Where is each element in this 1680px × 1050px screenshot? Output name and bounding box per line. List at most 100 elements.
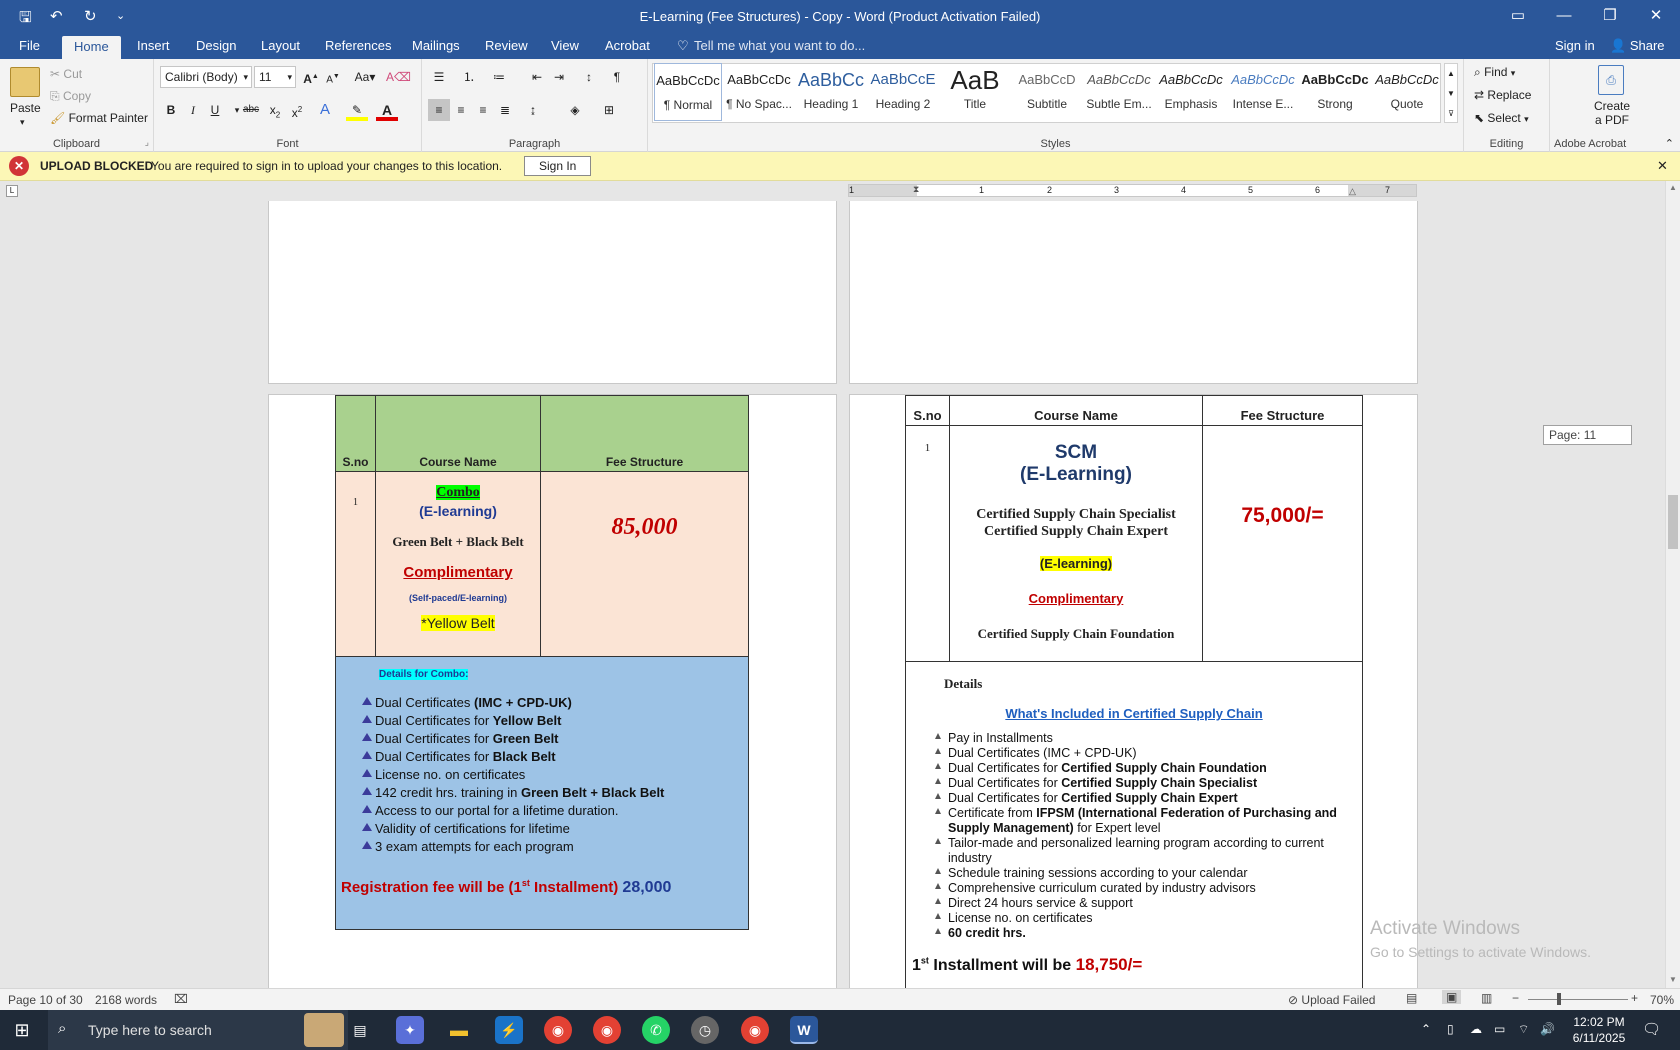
bullets-icon[interactable]: ☰ bbox=[428, 66, 450, 88]
app-icon[interactable]: ⚡ bbox=[495, 1016, 523, 1044]
task-view-icon[interactable]: ▤ bbox=[346, 1016, 374, 1044]
page-count[interactable]: Page 10 of 30 bbox=[8, 993, 83, 1007]
share-button[interactable]: 👤 Share bbox=[1610, 38, 1665, 54]
word-count[interactable]: 2168 words bbox=[95, 993, 157, 1007]
grow-font-icon[interactable]: A▲ bbox=[300, 66, 322, 88]
font-name-select[interactable]: Calibri (Body) ▾ bbox=[160, 66, 252, 88]
upload-status[interactable]: ⊘ Upload Failed bbox=[1288, 993, 1375, 1007]
style-strong[interactable]: AaBbCcDc Strong bbox=[1301, 63, 1369, 121]
numbering-icon[interactable]: ⒈ bbox=[458, 66, 480, 88]
vertical-scrollbar[interactable]: ▲ ▼ bbox=[1665, 181, 1680, 988]
tab-layout[interactable]: Layout bbox=[261, 38, 300, 53]
style-quote[interactable]: AaBbCcDc Quote bbox=[1373, 63, 1441, 121]
word-icon[interactable]: W bbox=[790, 1016, 818, 1044]
decrease-indent-icon[interactable]: ⇤ bbox=[526, 66, 548, 88]
clear-formatting-icon[interactable]: A⌫ bbox=[386, 66, 411, 88]
sign-in-link[interactable]: Sign in bbox=[1555, 38, 1595, 53]
justify-icon[interactable]: ≣ bbox=[494, 99, 516, 121]
underline-icon[interactable]: U bbox=[204, 99, 226, 121]
change-case-icon[interactable]: Aa▾ bbox=[350, 66, 380, 88]
close-message-icon[interactable]: ✕ bbox=[1657, 158, 1668, 174]
restore-icon[interactable]: ❐ bbox=[1587, 4, 1633, 28]
find-button[interactable]: ⌕ Find ▾ bbox=[1474, 65, 1515, 80]
clock-app-icon[interactable]: ◷ bbox=[691, 1016, 719, 1044]
tab-references[interactable]: References bbox=[325, 38, 391, 53]
increase-indent-icon[interactable]: ⇥ bbox=[548, 66, 570, 88]
dialog-launcher-icon[interactable]: ⌟ bbox=[145, 137, 149, 148]
select-button[interactable]: ⬉ Select ▾ bbox=[1474, 111, 1529, 125]
paste-dropdown-icon[interactable]: ▾ bbox=[20, 117, 25, 128]
font-size-select[interactable]: 11 ▾ bbox=[254, 66, 296, 88]
clock-time[interactable]: 12:02 PM bbox=[1568, 1015, 1630, 1029]
tray-app-icon[interactable]: ▯ bbox=[1447, 1022, 1454, 1036]
tab-review[interactable]: Review bbox=[485, 38, 528, 53]
notifications-icon[interactable]: 🗨 bbox=[1642, 1020, 1661, 1038]
sort-icon[interactable]: ↕ bbox=[578, 66, 600, 88]
multilevel-list-icon[interactable]: ≔ bbox=[488, 66, 510, 88]
borders-icon[interactable]: ⊞ bbox=[598, 99, 620, 121]
style-title[interactable]: AaB Title bbox=[941, 63, 1009, 121]
tab-file[interactable]: File bbox=[19, 38, 40, 53]
tell-me-input[interactable]: Tell me what you want to do... bbox=[694, 38, 865, 53]
sign-in-button[interactable]: Sign In bbox=[524, 156, 592, 176]
cloud-icon[interactable]: ☁ bbox=[1470, 1022, 1482, 1036]
tab-acrobat[interactable]: Acrobat bbox=[605, 38, 650, 53]
shading-icon[interactable]: ◈ bbox=[564, 99, 586, 121]
zoom-in-icon[interactable]: + bbox=[1631, 991, 1638, 1005]
style-heading-1[interactable]: AaBbCc Heading 1 bbox=[797, 63, 865, 121]
tab-insert[interactable]: Insert bbox=[137, 38, 170, 53]
paste-button[interactable]: Paste bbox=[10, 101, 41, 115]
create-pdf-button[interactable]: Create a PDF bbox=[1572, 99, 1652, 127]
pilcrow-icon[interactable]: ¶ bbox=[606, 66, 628, 88]
file-explorer-icon[interactable]: ▬ bbox=[445, 1016, 473, 1044]
subscript-icon[interactable]: x2 bbox=[264, 99, 286, 121]
collapse-ribbon-icon[interactable]: ⌃ bbox=[1665, 137, 1674, 150]
create-pdf-icon[interactable]: ⎙ bbox=[1598, 65, 1624, 95]
italic-icon[interactable]: I bbox=[182, 99, 204, 121]
indent-marker-icon[interactable]: ⧗ bbox=[913, 184, 919, 195]
highlight-icon[interactable]: ✎ bbox=[346, 99, 368, 121]
paste-icon[interactable] bbox=[10, 67, 40, 97]
font-color-icon[interactable]: A bbox=[376, 99, 398, 121]
style-subtle-emphasis[interactable]: AaBbCcDc Subtle Em... bbox=[1085, 63, 1153, 121]
style-normal[interactable]: AaBbCcDc ¶ Normal bbox=[654, 63, 722, 121]
print-layout-icon[interactable]: ▣ bbox=[1442, 990, 1462, 1004]
zoom-slider-thumb[interactable] bbox=[1557, 993, 1561, 1005]
web-layout-icon[interactable]: ▥ bbox=[1481, 991, 1492, 1005]
network-icon[interactable]: ⌔ bbox=[1518, 1022, 1529, 1037]
volume-icon[interactable]: 🔊 bbox=[1540, 1022, 1555, 1036]
ribbon-display-icon[interactable]: ▭ bbox=[1495, 4, 1541, 28]
chrome-icon[interactable]: ◉ bbox=[593, 1016, 621, 1044]
bold-icon[interactable]: B bbox=[160, 99, 182, 121]
chrome-icon[interactable]: ◉ bbox=[741, 1016, 769, 1044]
scroll-up-icon[interactable]: ▲ bbox=[1669, 183, 1677, 192]
styles-scroll[interactable]: ▲ ▼ ⊽ bbox=[1444, 63, 1458, 123]
windows-start-icon[interactable]: ⊞ bbox=[8, 1016, 36, 1044]
line-spacing-icon[interactable]: ↨ bbox=[522, 99, 544, 121]
zoom-level[interactable]: 70% bbox=[1650, 993, 1674, 1007]
style-subtitle[interactable]: AaBbCcD Subtitle bbox=[1013, 63, 1081, 121]
search-box[interactable]: ⌕ Type here to search bbox=[48, 1010, 348, 1050]
whatsapp-icon[interactable]: ✆ bbox=[642, 1016, 670, 1044]
right-indent-icon[interactable]: △ bbox=[1349, 186, 1356, 197]
format-painter-button[interactable]: 🖌 Format Painter bbox=[50, 111, 148, 125]
minimize-icon[interactable]: — bbox=[1541, 4, 1587, 28]
style-no-spacing[interactable]: AaBbCcDc ¶ No Spac... bbox=[725, 63, 793, 121]
chevron-up-icon[interactable]: ⌃ bbox=[1421, 1022, 1431, 1036]
strikethrough-icon[interactable]: abc bbox=[240, 99, 262, 121]
align-left-icon[interactable]: ≡ bbox=[428, 99, 450, 121]
copy-button[interactable]: ⎘ Copy bbox=[50, 89, 91, 104]
text-effects-icon[interactable]: A bbox=[314, 99, 336, 121]
proofing-icon[interactable]: ⌧ bbox=[174, 992, 188, 1006]
read-mode-icon[interactable]: ▤ bbox=[1406, 991, 1417, 1005]
style-emphasis[interactable]: AaBbCcDc Emphasis bbox=[1157, 63, 1225, 121]
close-icon[interactable]: ✕ bbox=[1633, 4, 1679, 28]
included-link[interactable]: What's Included in Certified Supply Chai… bbox=[914, 706, 1354, 721]
tab-selector-icon[interactable]: L bbox=[6, 185, 18, 197]
copilot-icon[interactable]: ✦ bbox=[396, 1016, 424, 1044]
style-intense-emphasis[interactable]: AaBbCcDc Intense E... bbox=[1229, 63, 1297, 121]
replace-button[interactable]: ⇄ Replace bbox=[1474, 88, 1531, 102]
scroll-thumb[interactable] bbox=[1668, 495, 1678, 549]
clock-date[interactable]: 6/11/2025 bbox=[1568, 1031, 1630, 1045]
cut-button[interactable]: ✂ Cut bbox=[50, 67, 82, 81]
